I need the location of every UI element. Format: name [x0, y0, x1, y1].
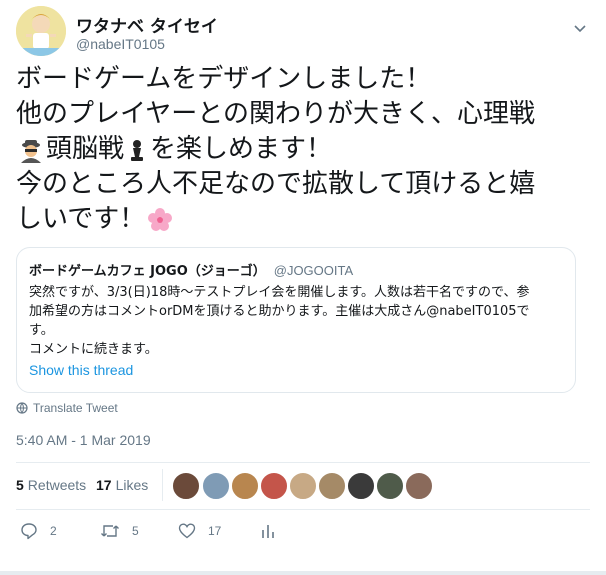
liker-avatar[interactable]	[405, 472, 433, 500]
chevron-down-icon[interactable]	[572, 20, 588, 36]
tweet-header: ワタナベ タイセイ @nabeIT0105	[16, 6, 590, 56]
tweet-timestamp[interactable]: 5:40 AM - 1 Mar 2019	[16, 432, 151, 448]
retweet-icon	[101, 525, 119, 537]
avatar-illustration	[16, 6, 66, 56]
reply-icon	[21, 523, 37, 540]
globe-icon	[16, 402, 28, 414]
show-thread-link[interactable]: Show this thread	[29, 362, 133, 378]
tweet-actions: 2 5 17	[16, 518, 590, 548]
like-button[interactable]: 17	[178, 522, 221, 540]
likes-label: Likes	[115, 477, 149, 493]
tweet-line-fragment: しいです！	[16, 204, 146, 234]
quoted-line: す。	[29, 323, 54, 338]
liker-avatar[interactable]	[347, 472, 375, 500]
retweet-button[interactable]: 5	[100, 522, 139, 540]
translate-label: Translate Tweet	[33, 401, 118, 415]
tweet-line: 今のところ人不足なので拡散して頂けると嬉	[16, 169, 536, 199]
quoted-tweet-header: ボードゲームカフェ JOGO（ジョーゴ） @JOGOOITA	[29, 260, 353, 279]
tweet-line: しいです！	[16, 202, 590, 237]
heart-icon	[178, 523, 196, 539]
likes-stat[interactable]: 17 Likes	[96, 477, 148, 493]
quoted-author-handle: @JOGOOITA	[273, 263, 354, 278]
quoted-tweet-body: 突然ですが、3/3(日)18時〜テストプレイ会を開催します。人数は若干名ですので…	[29, 283, 569, 359]
retweet-count: 5	[132, 524, 139, 538]
retweets-label: Retweets	[27, 477, 87, 493]
liker-avatar[interactable]	[376, 472, 404, 500]
quoted-author-name: ボードゲームカフェ JOGO（ジョーゴ）	[29, 264, 266, 279]
tweet-line: ボードゲームをデザインしました！	[16, 64, 432, 94]
author-display-name[interactable]: ワタナベ タイセイ	[76, 12, 218, 37]
author-avatar[interactable]	[16, 6, 66, 56]
divider	[16, 509, 590, 510]
cherry-blossom-icon	[148, 207, 173, 231]
author-handle[interactable]: @nabeIT0105	[76, 36, 165, 52]
liker-avatar[interactable]	[172, 472, 200, 500]
quoted-line: 加希望の方はコメントorDMを頂けると助かります。主催は大成さん@nabeIT0…	[29, 304, 530, 319]
analytics-icon	[262, 525, 274, 538]
tweet-line-fragment: を楽しめます！	[150, 134, 333, 164]
reply-button[interactable]: 2	[20, 522, 57, 540]
liker-avatar[interactable]	[231, 472, 259, 500]
quoted-tweet[interactable]: ボードゲームカフェ JOGO（ジョーゴ） @JOGOOITA 突然ですが、3/3(…	[16, 247, 576, 393]
like-count: 17	[208, 524, 222, 538]
tweet-line-fragment: 頭脳戦	[46, 134, 125, 164]
tweet-line: 頭脳戦 を楽しめます！	[16, 132, 590, 167]
detective-emoji-icon	[21, 139, 41, 163]
reply-count: 2	[50, 524, 57, 538]
liker-avatar[interactable]	[318, 472, 346, 500]
translate-tweet-link[interactable]: Translate Tweet	[16, 401, 118, 415]
liker-avatar[interactable]	[202, 472, 230, 500]
retweets-stat[interactable]: 5 Retweets	[16, 477, 86, 493]
tweet-line: 他のプレイヤーとの関わりが大きく、心理戦	[16, 99, 535, 129]
quoted-line: 突然ですが、3/3(日)18時〜テストプレイ会を開催します。人数は若干名ですので…	[29, 285, 530, 300]
stats-separator	[162, 469, 163, 501]
chess-pawn-icon	[131, 139, 144, 161]
engagement-stats: 5 Retweets 17 Likes	[16, 463, 590, 509]
quoted-line: コメントに続きます。	[29, 342, 158, 357]
liker-avatar[interactable]	[289, 472, 317, 500]
analytics-button[interactable]	[260, 522, 288, 540]
retweets-count: 5	[16, 477, 24, 493]
likes-count: 17	[96, 477, 112, 493]
bottom-border	[0, 571, 606, 575]
tweet-text: ボードゲームをデザインしました！ 他のプレイヤーとの関わりが大きく、心理戦 頭脳…	[16, 62, 590, 237]
liker-avatar[interactable]	[260, 472, 288, 500]
